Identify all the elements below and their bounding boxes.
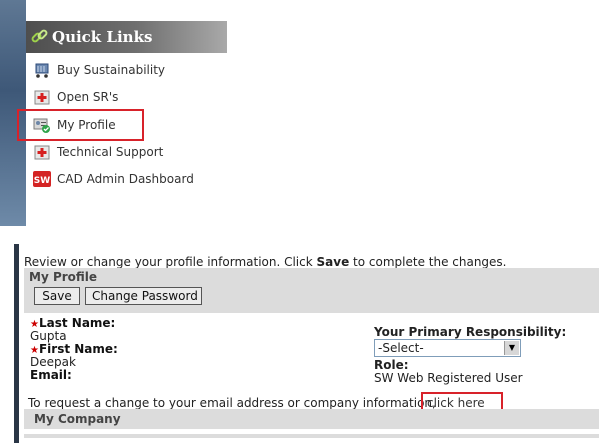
responsibility-selected-value: -Select- bbox=[378, 341, 424, 355]
responsibility-select[interactable]: -Select- ▼ bbox=[374, 339, 521, 357]
bottom-gray-strip bbox=[24, 434, 599, 438]
service-request-icon bbox=[34, 90, 50, 105]
role-value: SW Web Registered User bbox=[374, 371, 523, 385]
quick-links-title: Quick Links bbox=[52, 28, 153, 46]
quick-link-buy-sustainability[interactable]: Buy Sustainability bbox=[33, 59, 165, 81]
left-divider-bar bbox=[14, 244, 19, 443]
quick-link-label: Buy Sustainability bbox=[57, 63, 166, 77]
role-label: Role: bbox=[374, 358, 409, 372]
my-profile-title: My Profile bbox=[29, 270, 98, 284]
change-password-button[interactable]: Change Password bbox=[85, 287, 202, 305]
first-name-value: Deepak bbox=[30, 355, 76, 369]
my-company-title: My Company bbox=[34, 412, 121, 426]
quick-link-cad-admin-dashboard[interactable]: SW CAD Admin Dashboard bbox=[33, 168, 194, 190]
last-name-label: ★Last Name: bbox=[30, 316, 115, 330]
instruction-text-end: to complete the changes. bbox=[349, 255, 507, 269]
instruction-save-word: Save bbox=[316, 255, 350, 269]
quick-links-header: Quick Links bbox=[26, 21, 227, 53]
chain-link-icon bbox=[31, 29, 48, 43]
support-icon bbox=[34, 145, 50, 160]
instruction-text: Review or change your profile informatio… bbox=[24, 255, 317, 269]
responsibility-label: Your Primary Responsibility: bbox=[374, 325, 567, 339]
sw-logo-icon: SW bbox=[33, 171, 51, 187]
first-name-label: ★First Name: bbox=[30, 342, 118, 356]
my-profile-highlight-box bbox=[17, 109, 144, 141]
quick-link-technical-support[interactable]: Technical Support bbox=[33, 141, 163, 163]
save-button[interactable]: Save bbox=[34, 287, 80, 305]
first-name-label-text: First Name: bbox=[38, 342, 118, 356]
shopping-cart-icon bbox=[35, 63, 49, 78]
svg-text:SW: SW bbox=[34, 176, 50, 186]
dropdown-arrow-icon[interactable]: ▼ bbox=[504, 341, 519, 355]
last-name-label-text: Last Name: bbox=[38, 316, 116, 330]
quick-link-open-srs[interactable]: Open SR's bbox=[33, 86, 118, 108]
last-name-value: Gupta bbox=[30, 329, 67, 343]
profile-instruction: Review or change your profile informatio… bbox=[24, 255, 507, 269]
email-label: Email: bbox=[30, 368, 72, 382]
email-change-note: To request a change to your email addres… bbox=[28, 396, 436, 410]
quick-link-label: CAD Admin Dashboard bbox=[57, 172, 194, 186]
quick-link-label: Open SR's bbox=[57, 90, 119, 104]
quick-link-label: Technical Support bbox=[57, 145, 164, 159]
